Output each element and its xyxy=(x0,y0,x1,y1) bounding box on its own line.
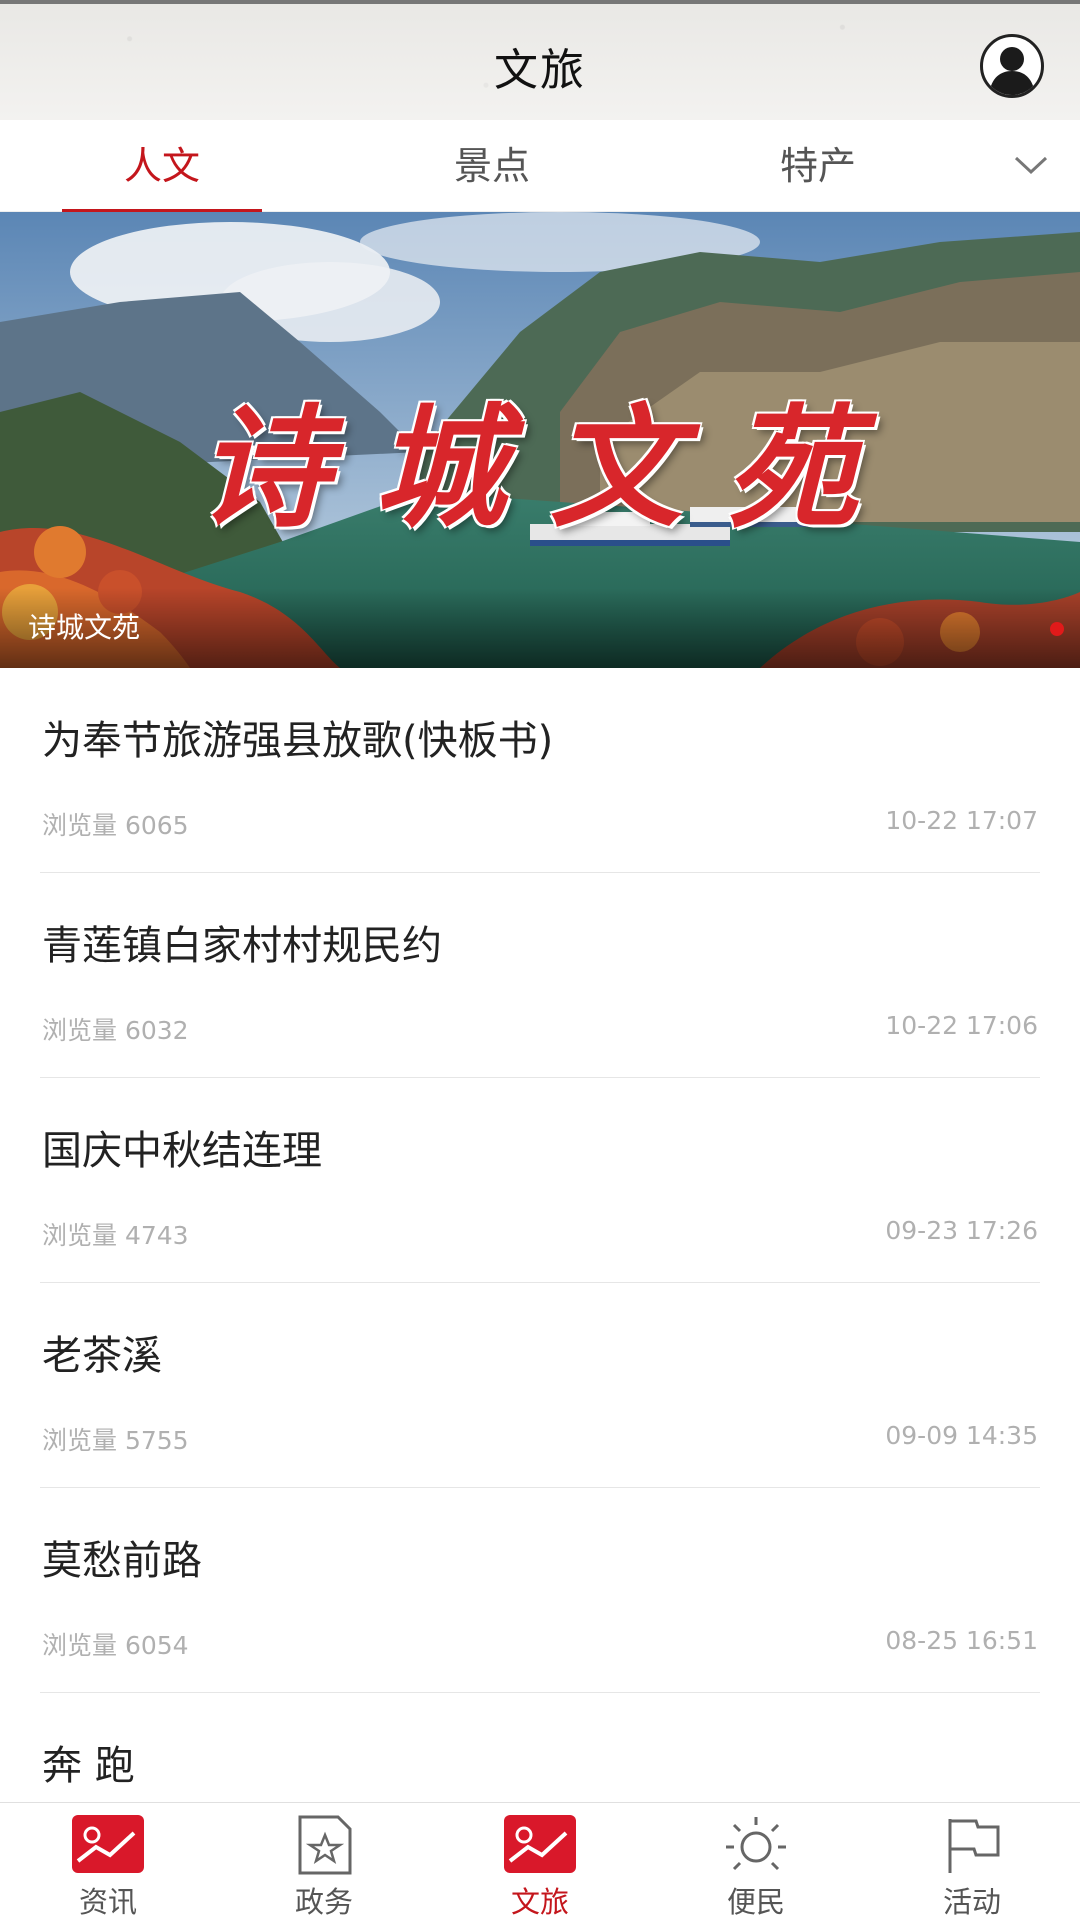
government-icon xyxy=(298,1815,352,1875)
publish-time: 10-22 17:06 xyxy=(885,1011,1038,1040)
banner-carousel[interactable]: 诗城文苑 诗城文苑 xyxy=(0,212,1080,668)
top-header: 文旅 xyxy=(0,0,1080,120)
view-count: 浏览量 6054 xyxy=(42,1631,189,1660)
nav-label: 活动 xyxy=(942,1885,1001,1919)
article-title: 莫愁前路 xyxy=(42,1538,202,1584)
publish-time: 10-22 17:07 xyxy=(885,806,1038,835)
nav-label: 便民 xyxy=(726,1885,785,1919)
publish-time: 08-25 16:51 xyxy=(885,1626,1038,1655)
tab-culture[interactable]: 人文 xyxy=(62,120,262,212)
list-item[interactable]: 莫愁前路 浏览量 6054 08-25 16:51 xyxy=(40,1488,1040,1693)
list-item[interactable]: 老茶溪 浏览量 5755 09-09 14:35 xyxy=(40,1283,1040,1488)
bottom-navigation: 资讯 政务 文旅 便民 活动 xyxy=(0,1802,1080,1920)
banner-title-art: 诗城文苑 xyxy=(198,391,902,546)
chevron-down-icon[interactable] xyxy=(1006,140,1056,190)
nav-activities[interactable]: 活动 xyxy=(864,1803,1080,1920)
category-tabs: 人文 景点 特产 xyxy=(0,120,1080,212)
article-title: 老茶溪 xyxy=(42,1333,162,1379)
article-title: 国庆中秋结连理 xyxy=(42,1128,322,1174)
nav-label: 政务 xyxy=(294,1885,353,1919)
flag-icon xyxy=(948,1819,1000,1873)
user-avatar-icon[interactable] xyxy=(980,34,1044,98)
banner-caption-bar xyxy=(0,588,1080,668)
view-count: 浏览量 6065 xyxy=(42,811,189,840)
list-item[interactable]: 国庆中秋结连理 浏览量 4743 09-23 17:26 xyxy=(40,1078,1040,1283)
publish-time: 09-23 17:26 xyxy=(885,1216,1038,1245)
tab-scenic-spots[interactable]: 景点 xyxy=(392,120,592,212)
article-title: 奔 跑 xyxy=(42,1743,135,1789)
nav-label: 文旅 xyxy=(510,1885,569,1919)
nav-culture-travel[interactable]: 文旅 xyxy=(432,1803,648,1920)
article-title: 为奉节旅游强县放歌(快板书) xyxy=(42,718,554,764)
view-count: 浏览量 6032 xyxy=(42,1016,189,1045)
nav-news[interactable]: 资讯 xyxy=(0,1803,216,1920)
tab-specialties[interactable]: 特产 xyxy=(718,120,918,212)
culture-travel-icon xyxy=(504,1815,576,1873)
banner-caption: 诗城文苑 xyxy=(28,611,141,644)
nav-convenience[interactable]: 便民 xyxy=(648,1803,864,1920)
view-count: 浏览量 5755 xyxy=(42,1426,189,1455)
carousel-indicator-dot[interactable] xyxy=(1050,622,1064,636)
publish-time: 09-09 14:35 xyxy=(885,1421,1038,1450)
article-title: 青莲镇白家村村规民约 xyxy=(42,923,442,969)
sun-icon xyxy=(726,1817,786,1871)
news-icon xyxy=(72,1815,144,1873)
list-item[interactable]: 为奉节旅游强县放歌(快板书) 浏览量 6065 10-22 17:07 xyxy=(40,668,1040,873)
page-title: 文旅 xyxy=(494,45,586,96)
view-count: 浏览量 4743 xyxy=(42,1221,189,1250)
nav-label: 资讯 xyxy=(78,1885,137,1919)
list-item[interactable]: 青莲镇白家村村规民约 浏览量 6032 10-22 17:06 xyxy=(40,873,1040,1078)
nav-government[interactable]: 政务 xyxy=(216,1803,432,1920)
article-list: 为奉节旅游强县放歌(快板书) 浏览量 6065 10-22 17:07 青莲镇白… xyxy=(0,668,1080,1898)
